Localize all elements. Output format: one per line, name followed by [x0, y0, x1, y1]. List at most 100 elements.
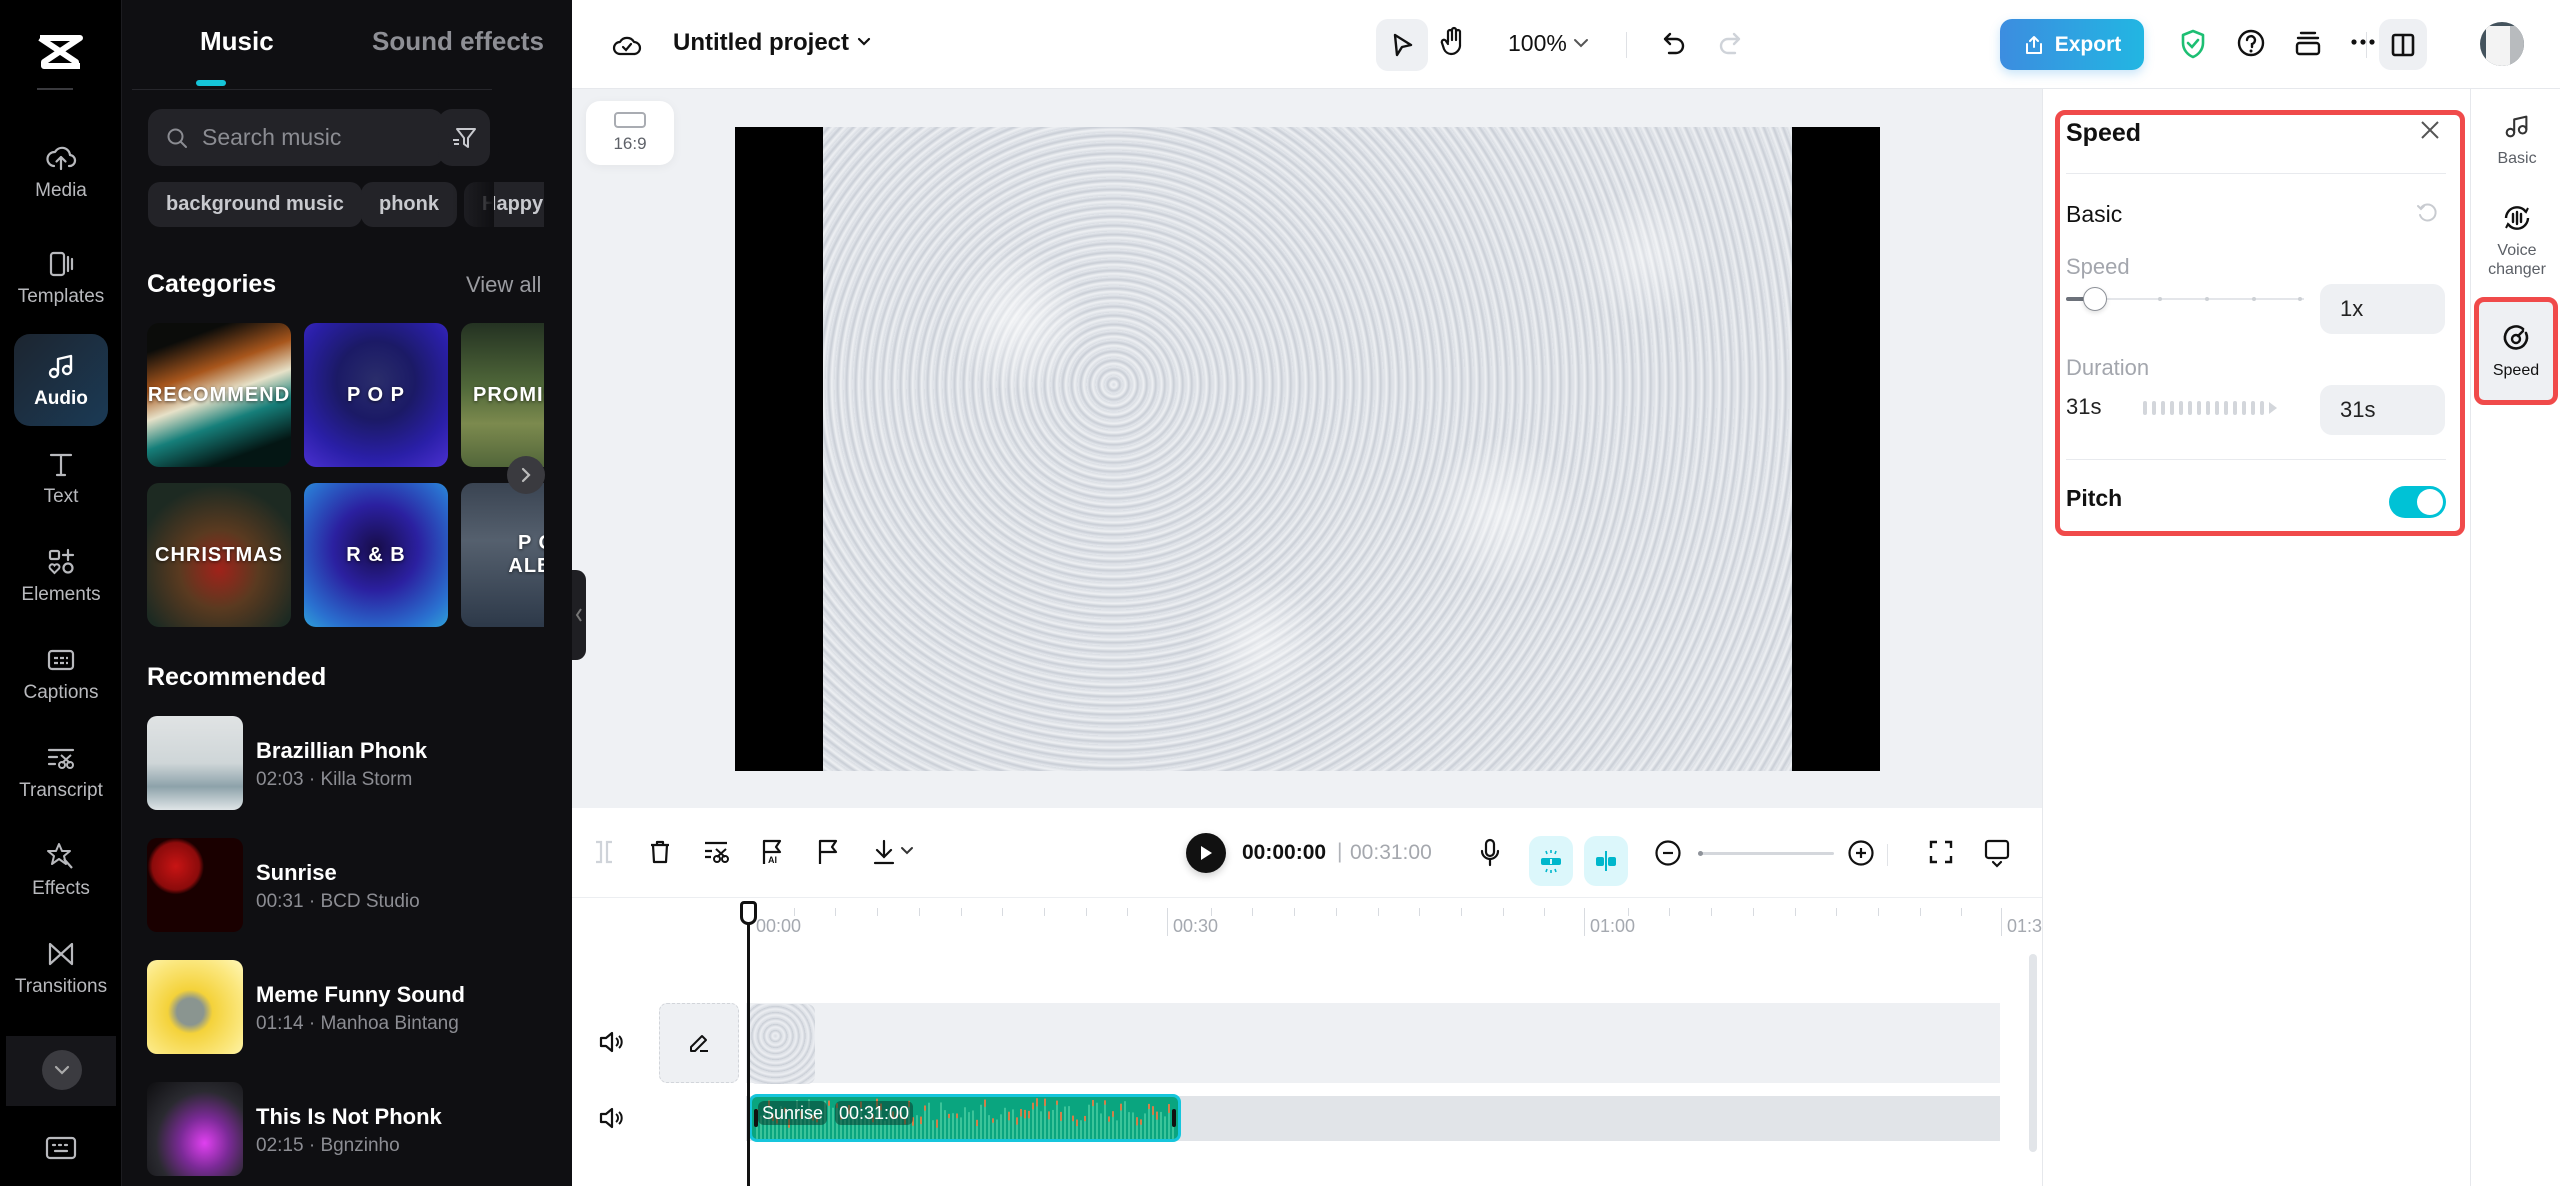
timeline-ruler[interactable]: 00:00 00:30 01:00 01:3	[572, 898, 2042, 942]
category-christmas[interactable]: CHRISTMAS	[147, 483, 291, 627]
close-button[interactable]	[2419, 119, 2441, 141]
waveform-peak	[828, 1100, 830, 1106]
select-tool-button[interactable]	[1376, 19, 1428, 71]
speed-slider[interactable]	[2066, 284, 2304, 314]
keyboard-shortcuts-button[interactable]	[44, 1135, 78, 1161]
nav-item-label: Transitions	[14, 976, 108, 997]
clip-right-trim-handle[interactable]	[1172, 1109, 1176, 1127]
trash-icon	[651, 840, 669, 864]
rail-item-voice-changer[interactable]: Voice changer	[2479, 203, 2555, 279]
nav-item-text[interactable]: Text	[14, 432, 108, 524]
fullscreen-button[interactable]	[1927, 838, 1955, 866]
nav-item-audio[interactable]: Audio	[14, 334, 108, 426]
rail-item-basic[interactable]: Basic	[2479, 111, 2555, 168]
waveform-bar	[932, 1120, 934, 1139]
more-options-button[interactable]	[2350, 38, 2376, 46]
video-track-mute-button[interactable]	[598, 1030, 624, 1054]
nav-item-media[interactable]: Media	[14, 126, 108, 218]
layout-toggle-button[interactable]	[2379, 19, 2427, 70]
security-shield-button[interactable]	[2179, 28, 2207, 60]
audio-track-mute-button[interactable]	[598, 1106, 624, 1130]
waveform-peak	[1008, 1111, 1010, 1121]
collapse-panel-handle[interactable]	[572, 570, 586, 660]
record-voiceover-button[interactable]	[1478, 838, 1502, 868]
timeline-zoom-slider[interactable]	[1698, 850, 1834, 856]
zoom-in-button[interactable]	[1846, 838, 1876, 868]
help-button[interactable]	[2236, 28, 2266, 58]
video-clip[interactable]	[749, 1004, 815, 1084]
tab-sound-effects[interactable]: Sound effects	[372, 26, 544, 57]
cloud-saved-icon[interactable]	[612, 30, 642, 58]
view-all-link[interactable]: View all	[466, 272, 541, 298]
category-pop-album[interactable]: P O P ALBUM	[461, 483, 544, 627]
zoom-out-button[interactable]	[1653, 838, 1683, 868]
slider-step-dot	[2252, 297, 2256, 301]
zoom-level-dropdown[interactable]: 100%	[1508, 30, 1567, 57]
chevron-down-icon	[54, 1065, 70, 1075]
split-panel-icon	[2391, 33, 2415, 56]
auto-snap-toggle[interactable]	[1529, 836, 1573, 886]
rail-item-speed[interactable]: Speed	[2474, 297, 2558, 405]
video-canvas[interactable]	[735, 127, 1880, 771]
redo-button[interactable]	[1716, 30, 1744, 58]
track-item[interactable]: This Is Not Phonk 02:15 · Bgnzinho	[147, 1082, 527, 1178]
queue-button[interactable]	[2293, 28, 2323, 58]
preview-settings-button[interactable]	[1982, 838, 2012, 868]
edit-cover-button[interactable]	[659, 1003, 739, 1083]
nav-item-elements[interactable]: Elements	[14, 530, 108, 622]
delete-button[interactable]	[648, 838, 672, 866]
trim-button[interactable]	[702, 838, 730, 866]
ai-marker-button[interactable]: AI	[760, 838, 784, 866]
track-item[interactable]: Meme Funny Sound 01:14 · Manhoa Bintang	[147, 960, 527, 1056]
category-rnb[interactable]: R & B	[304, 483, 448, 627]
timeline-vertical-scrollbar[interactable]	[2029, 954, 2037, 1152]
waveform-bar	[1092, 1101, 1094, 1139]
nav-item-captions[interactable]: Captions	[14, 628, 108, 720]
undo-button[interactable]	[1660, 30, 1688, 58]
waveform-bar	[1148, 1104, 1150, 1139]
right-rail: Basic Voice changer Speed	[2470, 89, 2560, 1186]
nav-more-button[interactable]	[6, 1036, 116, 1106]
project-title[interactable]: Untitled project	[673, 29, 849, 57]
slider-knob[interactable]	[2082, 287, 2107, 311]
nav-item-templates[interactable]: Templates	[14, 232, 108, 324]
waveform-bar	[1040, 1111, 1042, 1139]
split-button[interactable]	[592, 838, 616, 866]
waveform-peak	[1028, 1110, 1030, 1119]
categories-next-button[interactable]	[507, 456, 545, 494]
download-button[interactable]	[872, 838, 920, 866]
category-promise[interactable]: PROMISE	[461, 323, 544, 467]
hand-tool-button[interactable]	[1440, 26, 1466, 58]
stack-icon	[2295, 31, 2321, 56]
split-view-toggle[interactable]	[1584, 836, 1628, 886]
export-button[interactable]: Export	[2000, 19, 2144, 70]
speed-value-input[interactable]	[2320, 284, 2445, 334]
category-recommend[interactable]: RECOMMEND	[147, 323, 291, 467]
pitch-toggle[interactable]	[2389, 486, 2446, 518]
track-item[interactable]: Brazillian Phonk 02:03 · Killa Storm	[147, 716, 527, 812]
search-box[interactable]	[148, 109, 444, 166]
chip-background-music[interactable]: background music	[148, 182, 362, 227]
chip-phonk[interactable]: phonk	[361, 182, 457, 227]
filter-button[interactable]	[438, 109, 490, 166]
category-pop[interactable]: P O P	[304, 323, 448, 467]
marker-button[interactable]	[816, 838, 840, 866]
audio-clip[interactable]: Sunrise 00:31:00	[749, 1094, 1181, 1142]
nav-item-transcript[interactable]: Transcript	[14, 726, 108, 818]
reset-button[interactable]	[2416, 202, 2438, 224]
track-item[interactable]: Sunrise 00:31 · BCD Studio	[147, 838, 527, 934]
capcut-logo-icon[interactable]	[36, 32, 84, 72]
chevron-down-icon[interactable]	[1572, 37, 1590, 49]
search-input[interactable]	[202, 124, 422, 151]
playhead-handle[interactable]	[740, 901, 757, 925]
chevron-down-icon[interactable]	[856, 36, 872, 48]
aspect-ratio-button[interactable]: 16:9	[586, 101, 674, 165]
duration-value-input[interactable]	[2320, 385, 2445, 435]
play-button[interactable]	[1186, 833, 1226, 873]
zoom-slider-knob[interactable]	[1698, 851, 1703, 856]
tab-music[interactable]: Music	[200, 26, 274, 57]
user-avatar[interactable]	[2480, 22, 2524, 66]
nav-item-transitions[interactable]: Transitions	[14, 922, 108, 1014]
cloud-upload-icon	[46, 146, 77, 171]
nav-item-effects[interactable]: Effects	[14, 824, 108, 916]
